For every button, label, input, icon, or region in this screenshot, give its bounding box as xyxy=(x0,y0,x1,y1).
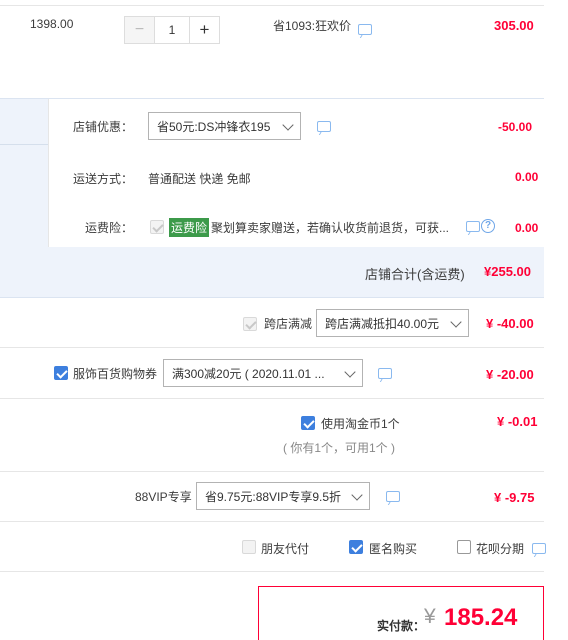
cross-shop-select-value: 跨店满减抵扣40.00元 xyxy=(325,316,440,331)
taojinbi-label: 使用淘金币1个 xyxy=(321,417,400,431)
quantity-input[interactable]: 1 xyxy=(155,17,189,43)
shipping-label: 运送方式： xyxy=(73,172,134,186)
item-subtotal: 305.00 xyxy=(494,18,534,33)
shop-details-left-border xyxy=(48,99,49,247)
cross-shop-amount: ¥ -40.00 xyxy=(486,316,534,331)
shop-discount-select-value: 省50元:DS冲锋衣195 xyxy=(157,119,271,134)
anonymous-checkbox[interactable] xyxy=(349,540,363,554)
insurance-description: 聚划算卖家赠送，若确认收货前退货，可获... xyxy=(211,221,450,235)
chevron-down-icon xyxy=(344,366,356,378)
insurance-amount: 0.00 xyxy=(515,221,539,235)
message-icon[interactable] xyxy=(466,221,480,232)
insurance-label: 运费险： xyxy=(85,221,134,235)
payment-currency: ¥ xyxy=(424,605,436,628)
help-icon[interactable]: ? xyxy=(481,219,495,233)
taojinbi-amount: ¥ -0.01 xyxy=(497,414,538,429)
cross-shop-checkbox xyxy=(243,317,257,331)
vip-select[interactable]: 省9.75元:88VIP专享9.5折 xyxy=(196,482,370,510)
top-divider xyxy=(0,5,544,6)
taojinbi-checkbox[interactable] xyxy=(301,416,315,430)
message-icon[interactable] xyxy=(386,491,400,502)
chevron-down-icon xyxy=(282,119,294,131)
shop-discount-select[interactable]: 省50元:DS冲锋衣195 xyxy=(148,112,301,140)
quantity-plus-button[interactable]: + xyxy=(189,17,219,43)
unit-price: 1398.00 xyxy=(30,17,74,31)
divider xyxy=(0,347,544,348)
shop-discount-label: 店铺优惠： xyxy=(73,120,134,134)
chevron-down-icon xyxy=(450,316,462,328)
coupon-select-value: 满300减20元 ( 2020.11.01 ... xyxy=(172,366,325,381)
coupon-checkbox[interactable] xyxy=(54,366,68,380)
message-icon[interactable] xyxy=(317,121,331,132)
taojinbi-note: ( 你有1个，可用1个 ) xyxy=(283,441,396,455)
shop-left-divider xyxy=(0,144,48,145)
coupon-amount: ¥ -20.00 xyxy=(486,367,534,382)
huabei-label: 花呗分期 xyxy=(476,542,525,556)
cross-shop-label: 跨店满减 xyxy=(264,317,313,331)
divider xyxy=(0,521,544,522)
item-promo-text: 省1093:狂欢价 xyxy=(273,19,352,33)
huabei-checkbox[interactable] xyxy=(457,540,471,554)
cross-shop-select[interactable]: 跨店满减抵扣40.00元 xyxy=(316,309,469,337)
message-icon[interactable] xyxy=(532,543,546,554)
shipping-amount: 0.00 xyxy=(515,170,539,184)
quantity-minus-button[interactable]: − xyxy=(125,17,155,43)
insurance-checkbox xyxy=(150,220,164,234)
vip-label: 88VIP专享 xyxy=(135,490,192,504)
vip-amount: ¥ -9.75 xyxy=(494,490,535,505)
quantity-stepper: − 1 + xyxy=(124,16,220,44)
divider xyxy=(0,571,544,572)
payment-amount: 185.24 xyxy=(444,604,518,631)
friend-pay-label: 朋友代付 xyxy=(261,542,310,556)
vip-select-value: 省9.75元:88VIP专享9.5折 xyxy=(205,489,342,504)
shop-discount-amount: -50.00 xyxy=(498,120,533,134)
chevron-down-icon xyxy=(351,489,363,501)
message-icon[interactable] xyxy=(378,368,392,379)
divider xyxy=(0,471,544,472)
coupon-select[interactable]: 满300减20元 ( 2020.11.01 ... xyxy=(163,359,363,387)
shipping-method: 普通配送 快递 免邮 xyxy=(148,172,251,186)
message-icon[interactable] xyxy=(358,24,372,35)
shop-total-value: ¥255.00 xyxy=(484,264,531,279)
insurance-badge: 运费险 xyxy=(169,218,210,237)
divider xyxy=(0,398,544,399)
anonymous-label: 匿名购买 xyxy=(369,542,418,556)
coupon-label: 服饰百货购物券 xyxy=(73,367,158,381)
shop-total-label: 店铺合计(含运费) xyxy=(365,267,465,282)
payment-label: 实付款： xyxy=(377,619,426,633)
friend-pay-checkbox xyxy=(242,540,256,554)
